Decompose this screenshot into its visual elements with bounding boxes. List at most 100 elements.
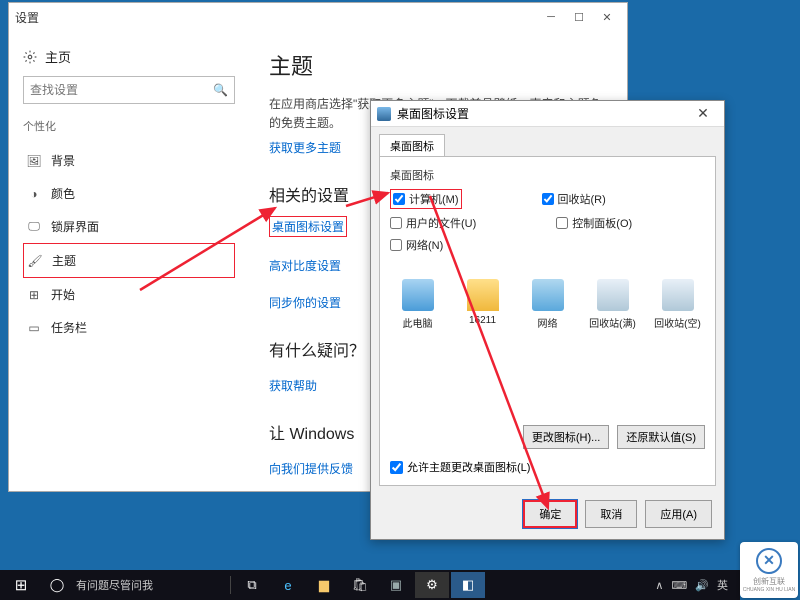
checkbox-label: 计算机(M) <box>409 191 459 207</box>
dialog-title: 桌面图标设置 <box>397 105 469 122</box>
taskbar-edge[interactable]: e <box>271 572 305 598</box>
sidebar-item-start[interactable]: ⊞ 开始 <box>23 278 235 311</box>
sidebar-item-colors[interactable]: ◑ 颜色 <box>23 177 235 210</box>
home-label: 主页 <box>45 47 71 66</box>
tray-chevron-icon[interactable]: ∧ <box>655 579 663 592</box>
tray-volume-icon[interactable]: 🔊 <box>695 579 709 592</box>
recycle-full-icon <box>597 279 629 311</box>
icon-preview-grid: 此电脑 16211 网络 回收站(满) 回收站(空) <box>390 273 705 336</box>
icon-label: 此电脑 <box>403 315 433 330</box>
watermark: ✕ 创新互联 CHUANG XIN HU LIAN <box>740 542 798 598</box>
watermark-text2: CHUANG XIN HU LIAN <box>743 587 796 593</box>
picture-icon: 🖼 <box>27 154 41 168</box>
dialog-icon <box>377 107 391 121</box>
tab-panel: 桌面图标 计算机(M) 回收站(R) 用户的文件(U) 控制面板(O) <box>379 156 716 486</box>
taskbar-app2[interactable]: ◧ <box>451 572 485 598</box>
taskbar-settings[interactable]: ⚙ <box>415 572 449 598</box>
desktop-icon-dialog: 桌面图标设置 ✕ 桌面图标 桌面图标 计算机(M) 回收站(R) 用户的文件(U… <box>370 100 725 540</box>
dialog-titlebar: 桌面图标设置 ✕ <box>371 101 724 127</box>
nav-label: 主题 <box>52 252 76 269</box>
change-icon-button[interactable]: 更改图标(H)... <box>523 425 609 449</box>
window-buttons: ─ ☐ ✕ <box>537 7 621 27</box>
ok-button[interactable]: 确定 <box>523 500 577 528</box>
sidebar-item-background[interactable]: 🖼 背景 <box>23 144 235 177</box>
gear-icon <box>23 50 37 64</box>
minimize-button[interactable]: ─ <box>537 7 565 27</box>
dialog-tabs: 桌面图标 <box>371 127 724 156</box>
sidebar-item-taskbar[interactable]: ▭ 任务栏 <box>23 311 235 344</box>
tray-ime-icon[interactable]: 英 <box>717 577 728 593</box>
apply-button[interactable]: 应用(A) <box>645 500 712 528</box>
icon-this-pc[interactable]: 此电脑 <box>392 279 443 330</box>
checkbox-controlpanel-input[interactable] <box>556 217 568 229</box>
watermark-logo-icon: ✕ <box>756 548 782 574</box>
sidebar-item-themes[interactable]: 🖌 主题 <box>23 243 235 278</box>
sidebar-item-lockscreen[interactable]: 🖵 锁屏界面 <box>23 210 235 243</box>
checkbox-recycle[interactable]: 回收站(R) <box>542 189 606 209</box>
taskbar-search[interactable]: 有问题尽管问我 <box>76 577 226 593</box>
checkbox-label: 用户的文件(U) <box>406 215 476 231</box>
taskbar-app1[interactable]: ▣ <box>379 572 413 598</box>
checkbox-label: 网络(N) <box>406 237 443 253</box>
allow-themes-label: 允许主题更改桌面图标(L) <box>407 459 530 475</box>
nav-label: 背景 <box>51 152 75 169</box>
checkbox-userfiles[interactable]: 用户的文件(U) <box>390 215 476 231</box>
sync-settings-link[interactable]: 同步你的设置 <box>269 294 341 311</box>
taskbar-store[interactable]: 🛍 <box>343 572 377 598</box>
settings-sidebar: 主页 🔍 个性化 🖼 背景 ◑ 颜色 🖵 锁屏界面 🖌 主题 <box>9 31 249 491</box>
checkbox-controlpanel[interactable]: 控制面板(O) <box>556 215 632 231</box>
brush-icon: 🖌 <box>28 254 42 268</box>
settings-search[interactable]: 🔍 <box>23 76 235 104</box>
search-input[interactable] <box>30 83 213 97</box>
icon-label: 回收站(空) <box>654 315 701 330</box>
get-help-link[interactable]: 获取帮助 <box>269 377 317 394</box>
cancel-button[interactable]: 取消 <box>585 500 637 528</box>
cortana-button[interactable]: ◯ <box>40 572 74 598</box>
checkbox-network-input[interactable] <box>390 239 402 251</box>
icon-user-folder[interactable]: 16211 <box>457 279 508 330</box>
allow-themes-input[interactable] <box>390 461 403 474</box>
home-link[interactable]: 主页 <box>23 47 235 66</box>
high-contrast-link[interactable]: 高对比度设置 <box>269 257 341 274</box>
tab-desktop-icons[interactable]: 桌面图标 <box>379 134 445 157</box>
dialog-close-button[interactable]: ✕ <box>688 105 718 122</box>
checkbox-label: 控制面板(O) <box>572 215 632 231</box>
nav-label: 任务栏 <box>51 319 87 336</box>
checkbox-userfiles-input[interactable] <box>390 217 402 229</box>
tray-keyboard-icon[interactable]: ⌨ <box>671 579 687 592</box>
start-button[interactable]: ⊞ <box>4 572 38 598</box>
search-icon: 🔍 <box>213 83 228 97</box>
group-title: 桌面图标 <box>390 167 705 183</box>
feedback-link[interactable]: 向我们提供反馈 <box>269 460 353 477</box>
close-button[interactable]: ✕ <box>593 7 621 27</box>
section-personalization: 个性化 <box>23 118 235 134</box>
checkbox-computer-input[interactable] <box>393 193 405 205</box>
icon-buttons: 更改图标(H)... 还原默认值(S) <box>523 425 705 449</box>
icon-network[interactable]: 网络 <box>522 279 573 330</box>
taskbar-separator <box>230 576 231 594</box>
restore-default-button[interactable]: 还原默认值(S) <box>617 425 705 449</box>
desktop-icon-settings-link[interactable]: 桌面图标设置 <box>269 216 347 237</box>
palette-icon: ◑ <box>27 187 41 201</box>
icon-recycle-empty[interactable]: 回收站(空) <box>652 279 703 330</box>
taskbar-explorer[interactable]: ▆ <box>307 572 341 598</box>
recycle-empty-icon <box>662 279 694 311</box>
get-more-themes-link[interactable]: 获取更多主题 <box>269 139 341 156</box>
maximize-button[interactable]: ☐ <box>565 7 593 27</box>
icon-recycle-full[interactable]: 回收站(满) <box>587 279 638 330</box>
lock-icon: 🖵 <box>27 220 41 234</box>
allow-themes-checkbox[interactable]: 允许主题更改桌面图标(L) <box>390 459 530 475</box>
taskbar-tray: ∧ ⌨ 🔊 英 <box>655 577 736 593</box>
watermark-text1: 创新互联 <box>753 576 785 587</box>
task-view-button[interactable]: ⧉ <box>235 572 269 598</box>
checkbox-label: 回收站(R) <box>558 191 606 207</box>
icon-label: 网络 <box>538 315 558 330</box>
taskbar: ⊞ ◯ 有问题尽管问我 ⧉ e ▆ 🛍 ▣ ⚙ ◧ ∧ ⌨ 🔊 英 <box>0 570 740 600</box>
settings-title: 设置 <box>15 9 39 26</box>
checkbox-recycle-input[interactable] <box>542 193 554 205</box>
start-icon: ⊞ <box>27 288 41 302</box>
checkbox-network[interactable]: 网络(N) <box>390 237 443 253</box>
checkbox-computer[interactable]: 计算机(M) <box>393 191 459 207</box>
page-title: 主题 <box>269 49 607 81</box>
nav-label: 锁屏界面 <box>51 218 99 235</box>
